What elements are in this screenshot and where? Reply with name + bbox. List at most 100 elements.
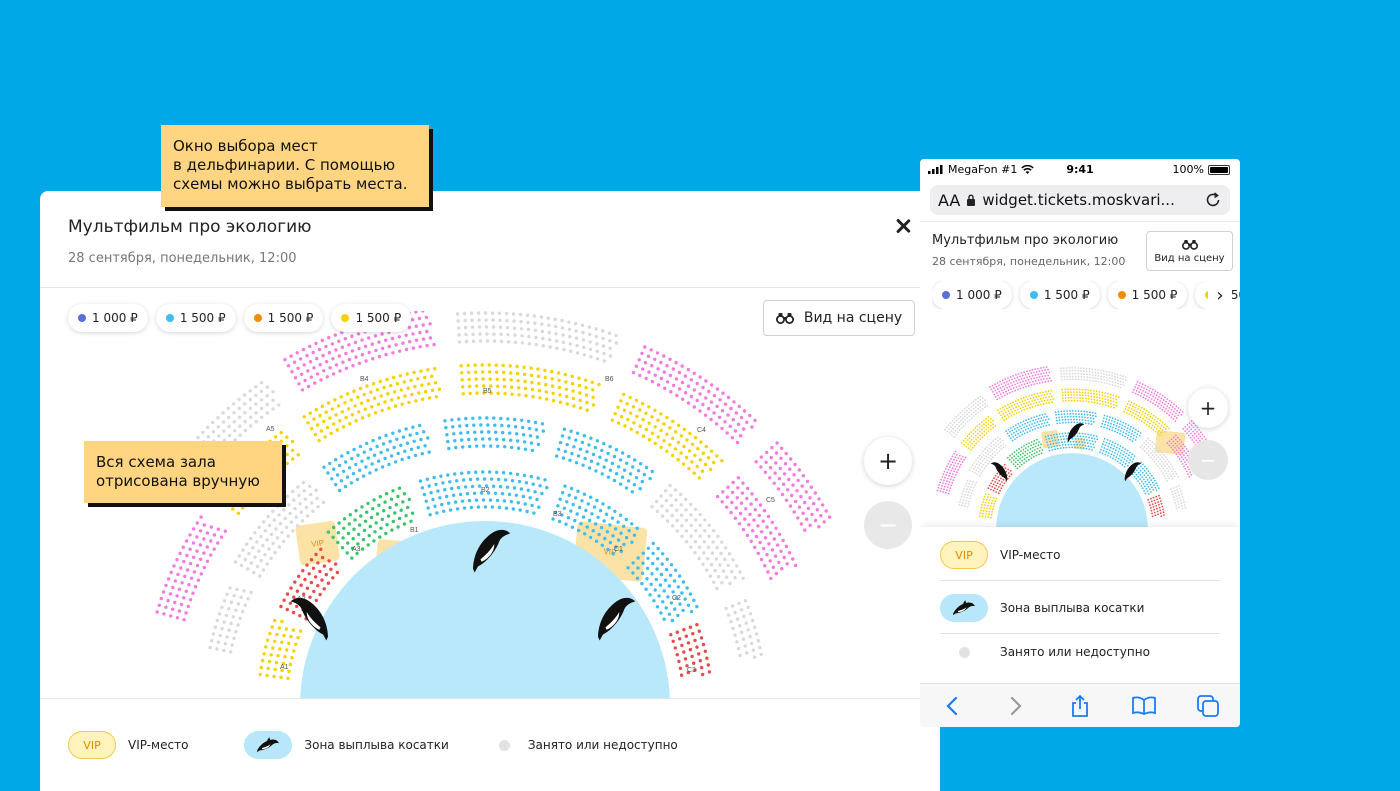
seat[interactable] (669, 503, 674, 508)
seat[interactable] (988, 460, 991, 463)
seat[interactable] (523, 379, 527, 384)
seat[interactable] (565, 500, 569, 504)
seat[interactable] (337, 521, 341, 525)
seat[interactable] (631, 561, 635, 565)
seat[interactable] (987, 504, 989, 507)
seat[interactable] (396, 525, 400, 529)
seat[interactable] (192, 555, 196, 559)
seat[interactable] (644, 465, 649, 470)
seat[interactable] (738, 511, 743, 516)
seat[interactable] (1180, 445, 1182, 448)
seat[interactable] (570, 451, 574, 456)
seat[interactable] (1097, 372, 1099, 374)
seat[interactable] (225, 503, 229, 507)
seat[interactable] (271, 398, 275, 402)
seat[interactable] (702, 540, 706, 544)
seat[interactable] (944, 468, 947, 470)
seat[interactable] (597, 532, 601, 537)
seat[interactable] (1023, 426, 1025, 429)
seat[interactable] (634, 398, 639, 403)
seat[interactable] (582, 345, 586, 350)
seat[interactable] (1153, 443, 1156, 446)
seat[interactable] (563, 372, 568, 377)
seat[interactable] (976, 428, 979, 431)
seat[interactable] (501, 430, 505, 435)
seat[interactable] (306, 369, 310, 373)
seat[interactable] (653, 357, 657, 361)
seat[interactable] (387, 462, 391, 467)
seat[interactable] (1004, 444, 1007, 447)
seat[interactable] (1158, 402, 1160, 405)
seat[interactable] (576, 528, 581, 533)
seat[interactable] (622, 392, 626, 397)
seat[interactable] (804, 490, 808, 494)
seat[interactable] (1122, 381, 1125, 384)
seat[interactable] (987, 426, 990, 429)
seat[interactable] (1143, 474, 1146, 476)
seat[interactable] (431, 497, 435, 502)
seat[interactable] (1051, 437, 1053, 439)
seat[interactable] (707, 534, 711, 538)
seat[interactable] (1103, 426, 1105, 429)
seat[interactable] (1059, 444, 1061, 447)
seat[interactable] (1114, 459, 1117, 461)
seat[interactable] (585, 408, 589, 412)
seat[interactable] (1037, 373, 1040, 376)
seat[interactable] (951, 461, 954, 464)
seat[interactable] (734, 564, 739, 568)
seat[interactable] (472, 491, 477, 495)
seat[interactable] (1181, 411, 1184, 413)
seat[interactable] (1030, 444, 1032, 447)
seat[interactable] (1022, 380, 1024, 383)
seat[interactable] (1174, 438, 1177, 441)
seat[interactable] (321, 353, 325, 358)
seat[interactable] (320, 555, 325, 560)
seat[interactable] (1067, 399, 1070, 402)
seat[interactable] (330, 342, 335, 346)
seat[interactable] (489, 444, 493, 448)
seat[interactable] (259, 398, 264, 402)
seat[interactable] (249, 424, 253, 428)
seat[interactable] (997, 476, 1000, 478)
seat[interactable] (285, 435, 289, 439)
seat[interactable] (1012, 381, 1015, 383)
seat[interactable] (1123, 451, 1126, 453)
seat[interactable] (1075, 388, 1078, 391)
seat[interactable] (1113, 454, 1115, 457)
seat[interactable] (245, 542, 249, 546)
seat[interactable] (1162, 508, 1164, 511)
seat[interactable] (265, 402, 269, 407)
seat[interactable] (1047, 380, 1050, 383)
seat[interactable] (343, 484, 348, 489)
seat[interactable] (1173, 403, 1175, 406)
seat[interactable] (423, 389, 428, 394)
seat[interactable] (435, 511, 439, 515)
seat[interactable] (1102, 373, 1105, 375)
seat[interactable] (985, 425, 988, 427)
seat[interactable] (292, 595, 296, 599)
seat[interactable] (459, 364, 463, 368)
seat[interactable] (671, 367, 675, 371)
seat[interactable] (1024, 450, 1027, 453)
seat[interactable] (1094, 412, 1097, 415)
seat[interactable] (971, 446, 974, 449)
seat[interactable] (1011, 378, 1013, 381)
seat[interactable] (499, 332, 503, 336)
seat[interactable] (367, 413, 371, 417)
seat[interactable] (498, 484, 503, 489)
seat[interactable] (475, 391, 479, 395)
seat[interactable] (1017, 388, 1019, 391)
seat[interactable] (706, 456, 711, 460)
seat[interactable] (1150, 500, 1153, 503)
seat[interactable] (462, 506, 467, 510)
seat[interactable] (961, 504, 963, 507)
seat[interactable] (1155, 463, 1158, 465)
seat[interactable] (382, 509, 386, 513)
seat[interactable] (191, 541, 196, 545)
seat[interactable] (521, 433, 526, 437)
seat[interactable] (968, 469, 971, 471)
seat[interactable] (1145, 388, 1148, 391)
seat[interactable] (979, 430, 981, 433)
seat[interactable] (1162, 463, 1165, 465)
tabs-button[interactable] (1193, 691, 1223, 721)
